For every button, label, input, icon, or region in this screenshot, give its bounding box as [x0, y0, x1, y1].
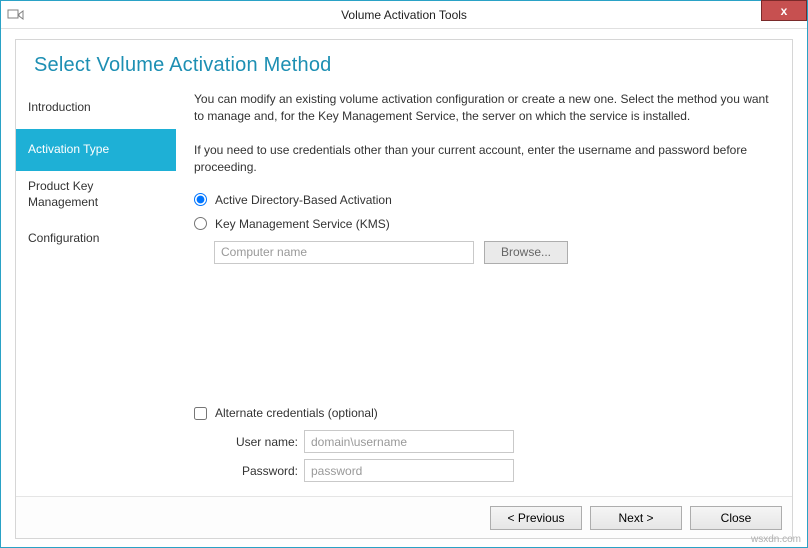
password-label: Password:: [220, 464, 298, 478]
window-title: Volume Activation Tools: [1, 8, 807, 22]
alt-cred-label: Alternate credentials (optional): [215, 406, 378, 420]
previous-button[interactable]: < Previous: [490, 506, 582, 530]
close-button-footer[interactable]: Close: [690, 506, 782, 530]
inner-panel: Select Volume Activation Method Introduc…: [15, 39, 793, 539]
sidebar-item-activation-type[interactable]: Activation Type: [16, 129, 176, 171]
username-label: User name:: [220, 435, 298, 449]
password-row: Password:: [220, 459, 770, 482]
radio-kms[interactable]: [194, 217, 207, 230]
page-title: Select Volume Activation Method: [16, 40, 792, 81]
wizard-footer: < Previous Next > Close: [16, 496, 792, 538]
body: Introduction Activation Type Product Key…: [16, 81, 792, 496]
alternate-credentials-block: Alternate credentials (optional) User na…: [194, 406, 770, 488]
wizard-window: Volume Activation Tools x Select Volume …: [0, 0, 808, 548]
titlebar: Volume Activation Tools x: [1, 1, 807, 29]
main-pane: You can modify an existing volume activa…: [176, 81, 792, 496]
password-input[interactable]: [304, 459, 514, 482]
close-icon: x: [781, 4, 788, 18]
radio-adba-row[interactable]: Active Directory-Based Activation: [194, 193, 770, 207]
sidebar-item-introduction[interactable]: Introduction: [16, 87, 176, 129]
content-wrapper: Select Volume Activation Method Introduc…: [1, 29, 807, 547]
app-icon: [7, 8, 25, 22]
alt-cred-check-row[interactable]: Alternate credentials (optional): [194, 406, 770, 420]
username-input[interactable]: [304, 430, 514, 453]
sidebar-item-configuration[interactable]: Configuration: [16, 218, 176, 260]
alt-cred-checkbox[interactable]: [194, 407, 207, 420]
radio-kms-row[interactable]: Key Management Service (KMS): [194, 217, 770, 231]
credentials-paragraph: If you need to use credentials other tha…: [194, 142, 770, 177]
close-button[interactable]: x: [761, 0, 807, 21]
intro-paragraph: You can modify an existing volume activa…: [194, 91, 770, 126]
kms-input-row: Browse...: [214, 241, 770, 264]
radio-kms-label: Key Management Service (KMS): [215, 217, 390, 231]
wizard-sidebar: Introduction Activation Type Product Key…: [16, 81, 176, 496]
sidebar-item-product-key-management[interactable]: Product Key Management: [16, 171, 176, 218]
browse-button[interactable]: Browse...: [484, 241, 568, 264]
computer-name-input[interactable]: [214, 241, 474, 264]
radio-adba[interactable]: [194, 193, 207, 206]
next-button[interactable]: Next >: [590, 506, 682, 530]
radio-adba-label: Active Directory-Based Activation: [215, 193, 392, 207]
username-row: User name:: [220, 430, 770, 453]
